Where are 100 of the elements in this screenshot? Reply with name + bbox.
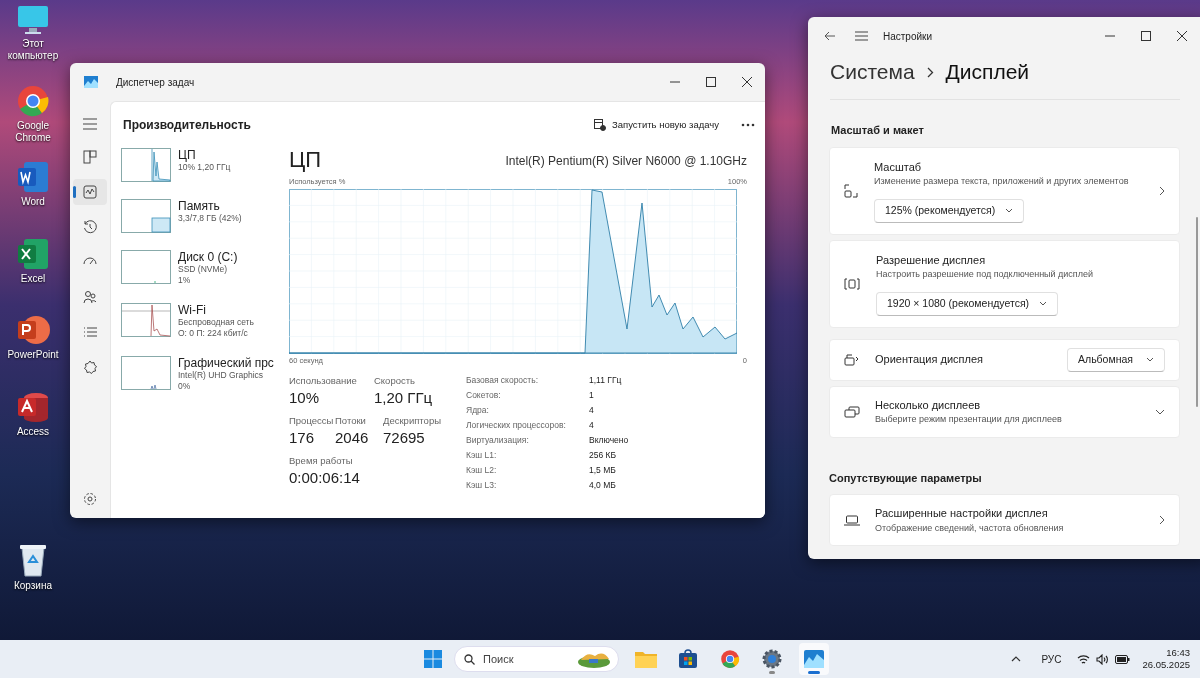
chevron-up-icon[interactable]: [1011, 656, 1022, 662]
spec-value: 256 КБ: [589, 448, 618, 462]
resource-graph-thumbnail[interactable]: [121, 148, 171, 182]
dropdown[interactable]: 1920 × 1080 (рекомендуется): [876, 291, 1059, 316]
laptop-icon: [844, 514, 860, 526]
monitor-icon[interactable]: [16, 4, 50, 36]
battery-icon[interactable]: [1115, 654, 1131, 664]
grid-icon: [83, 150, 97, 164]
desktop-icon-label[interactable]: Word: [21, 196, 45, 208]
search-icon: [464, 654, 475, 665]
folder-icon: [635, 650, 657, 668]
setting-description: Выберите режим презентации для дисплеев: [875, 413, 1062, 426]
setting-title: Разрешение дисплея: [876, 252, 987, 268]
spec-value: 4: [589, 403, 595, 417]
language-indicator[interactable]: РУС: [1041, 651, 1062, 667]
setting-description: Настроить разрешение под подключенный дисплей: [876, 268, 1094, 281]
scrollbar[interactable]: [1196, 217, 1198, 407]
scale-icon: [844, 183, 858, 198]
chevron-down-icon: [1155, 408, 1165, 415]
setting-title: Расширенные настройки дисплея: [875, 506, 1049, 521]
resource-graph-thumbnail[interactable]: [121, 250, 171, 284]
wifi-icon[interactable]: [1077, 653, 1091, 665]
spec-value: 4,0 МБ: [589, 478, 617, 492]
resource-detail: 10% 1,20 ГГц: [178, 162, 231, 173]
desktop-icon-label[interactable]: Этот компьютер: [0, 38, 66, 62]
pulse-graph-icon: [83, 185, 97, 199]
setting-title: Несколько дисплеев: [875, 397, 982, 413]
resource-graph-thumbnail[interactable]: [121, 356, 171, 390]
maximize-button[interactable]: [1141, 31, 1151, 41]
resource-name[interactable]: Wi-Fi: [178, 303, 254, 317]
settings-card[interactable]: Несколько дисплеев Выберите режим презентации для дисплеев: [829, 385, 1180, 438]
resource-name[interactable]: ЦП: [178, 148, 231, 162]
spec-label: Сокетов:: [466, 388, 502, 402]
stat-value: 176: [289, 428, 316, 448]
desktop-icon-label[interactable]: Корзина: [13, 580, 53, 592]
desktop-icon-label[interactable]: Access: [16, 426, 50, 438]
chrome-icon: [720, 649, 740, 669]
recycle-bin-icon[interactable]: [18, 542, 48, 578]
section-heading: Сопутствующие параметры: [829, 470, 983, 486]
resource-graph-thumbnail[interactable]: [121, 303, 171, 337]
clock-time[interactable]: 16:43: [1166, 647, 1190, 659]
history-icon: [83, 220, 97, 234]
document-app-icon[interactable]: [16, 160, 50, 194]
spec-value: 4: [589, 418, 595, 432]
dropdown[interactable]: 125% (рекомендуется): [874, 198, 1025, 223]
detail-title: ЦП: [289, 148, 322, 172]
start-button[interactable]: [424, 650, 442, 668]
presentation-app-icon[interactable]: [16, 313, 50, 347]
dropdown[interactable]: Альбомная: [1067, 347, 1165, 372]
close-button[interactable]: [1177, 31, 1187, 41]
desktop-icon-label[interactable]: PowerPoint: [7, 349, 59, 361]
window-title: Диспетчер задач: [116, 75, 195, 90]
resource-name[interactable]: Память: [178, 199, 242, 213]
settings-card[interactable]: Расширенные настройки дисплея Отображение сведений, частота обновления: [829, 494, 1180, 546]
spec-label: Кэш L3:: [466, 478, 498, 492]
spec-value: Включено: [589, 433, 629, 447]
stat-label: Потоки: [335, 413, 367, 428]
users-icon: [83, 290, 97, 304]
setting-title: Ориентация дисплея: [875, 352, 983, 368]
settings-icon[interactable]: [83, 492, 97, 506]
stat-value: 72695: [383, 428, 426, 448]
run-new-task-button[interactable]: Запустить новую задачу: [590, 117, 723, 133]
chevron-down-icon: [1146, 357, 1154, 362]
speaker-icon[interactable]: [1096, 653, 1110, 665]
resource-detail: 0%: [178, 381, 192, 392]
settings-card[interactable]: Ориентация дисплея Альбомная: [829, 338, 1180, 381]
settings-card[interactable]: Разрешение дисплея Настроить разрешение под подключенный дисплей 1920 × 1080 (рекомендуется): [829, 239, 1180, 328]
menu-icon[interactable]: [83, 118, 97, 130]
menu-icon[interactable]: [855, 31, 868, 41]
resource-graph-thumbnail[interactable]: [121, 199, 171, 233]
list-icon: [83, 325, 97, 339]
taskbar-app[interactable]: [799, 643, 829, 675]
window-title: Настройки: [883, 29, 933, 44]
stat-value: 10%: [289, 387, 321, 408]
maximize-button[interactable]: [706, 77, 716, 87]
search-field[interactable]: Поиск: [454, 646, 619, 672]
database-app-icon[interactable]: [16, 390, 50, 424]
clock-date[interactable]: 26.05.2025: [1142, 659, 1190, 671]
nav-item[interactable]: [73, 179, 107, 205]
settings-card[interactable]: Масштаб Изменение размера текста, приложений и других элементов 125% (рекомендуется): [829, 146, 1180, 235]
new-task-icon: [594, 119, 606, 131]
chevron-right-icon: [1159, 515, 1165, 525]
spreadsheet-app-icon[interactable]: [16, 237, 50, 271]
resource-name[interactable]: Графический прс: [178, 356, 274, 370]
spec-label: Кэш L1:: [466, 448, 498, 462]
chrome-icon[interactable]: [16, 84, 50, 118]
spec-value: 1,5 МБ: [589, 463, 617, 477]
two-monitors-icon: [844, 405, 860, 418]
breadcrumb-link[interactable]: Система: [830, 56, 915, 88]
more-options-icon[interactable]: [741, 123, 755, 127]
shopping-bag-icon: [678, 649, 698, 669]
resource-detail: Intel(R) UHD Graphics: [178, 370, 265, 381]
desktop-icon-label[interactable]: Google Chrome: [0, 120, 66, 144]
resource-name[interactable]: Диск 0 (C:): [178, 250, 238, 264]
chevron-right-icon: [1159, 185, 1165, 196]
desktop-icon-label[interactable]: Excel: [20, 273, 46, 285]
gear-icon: [762, 649, 782, 669]
close-button[interactable]: [742, 77, 752, 87]
section-heading: Масштаб и макет: [830, 123, 925, 138]
back-button[interactable]: [824, 31, 835, 41]
